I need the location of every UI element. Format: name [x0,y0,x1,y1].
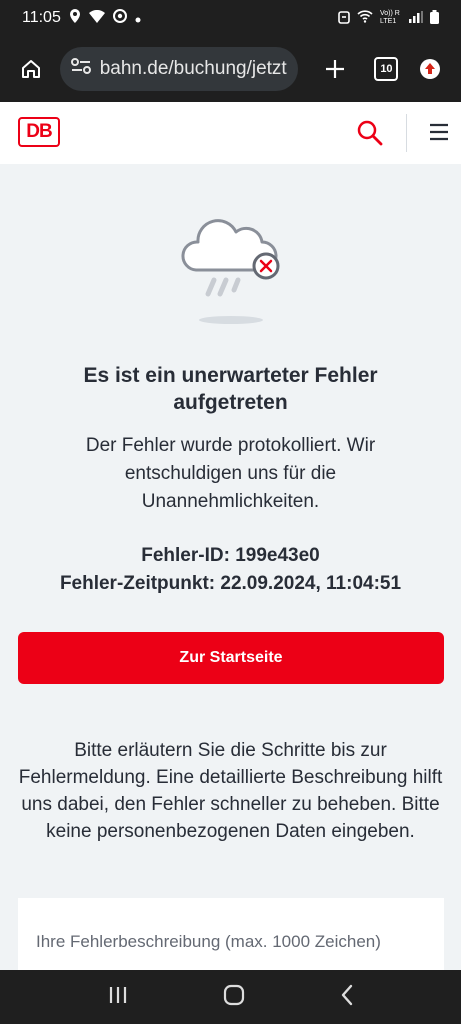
address-bar[interactable]: bahn.de/buchung/jetzt [59,47,298,91]
tabs-icon[interactable]: 10 [370,52,404,86]
site-header: DB [0,102,461,164]
search-icon[interactable] [357,120,383,151]
site-settings-icon[interactable] [70,57,92,81]
error-time: Fehler-Zeitpunkt: 22.09.2024, 11:04:51 [59,573,402,594]
notification-dot-icon [135,10,141,27]
error-page: Es ist ein unerwarteter Fehler aufgetret… [0,164,461,970]
cell-signal-icon [409,10,423,26]
header-divider [406,114,407,152]
status-bar: 11:05 Vo)) R LTE1 [0,0,461,36]
browser-toolbar: bahn.de/buchung/jetzt 10 [0,36,461,102]
home-nav-icon[interactable] [222,983,246,1012]
menu-icon[interactable] [428,122,450,147]
textarea-placeholder: Ihre Fehlerbeschreibung (max. 1000 Zeich… [36,932,381,951]
error-description-input[interactable]: Ihre Fehlerbeschreibung (max. 1000 Zeich… [18,898,444,970]
update-icon[interactable] [413,52,447,86]
tab-count: 10 [374,57,399,81]
error-title: Es ist ein unerwarteter Fehler aufgetret… [83,364,378,414]
recents-icon[interactable] [107,985,129,1010]
wifi-signal-icon [357,10,373,26]
wifi-status-icon [88,9,105,27]
help-text: Bitte erläutern Sie die Schritte bis zur… [18,740,443,842]
status-time: 11:05 [22,9,61,26]
chrome-icon [112,9,127,27]
battery-icon [430,9,439,27]
plus-icon[interactable] [318,52,352,86]
back-icon[interactable] [339,984,355,1011]
db-logo[interactable]: DB [18,117,60,147]
error-description: Der Fehler wurde protokolliert. Wir ents… [85,435,376,512]
location-icon [69,9,81,27]
home-icon[interactable] [14,52,48,86]
home-button[interactable]: Zur Startseite [18,632,444,684]
error-id: Fehler-ID: 199e43e0 [141,545,320,566]
cloud-error-icon [178,208,288,331]
url-text: bahn.de/buchung/jetzt [99,58,287,79]
alarm-icon [338,10,350,27]
system-nav-bar [0,970,461,1024]
network-label: Vo)) R LTE1 [380,10,400,25]
error-details: Fehler-ID: 199e43e0 Fehler-Zeitpunkt: 22… [10,542,451,598]
